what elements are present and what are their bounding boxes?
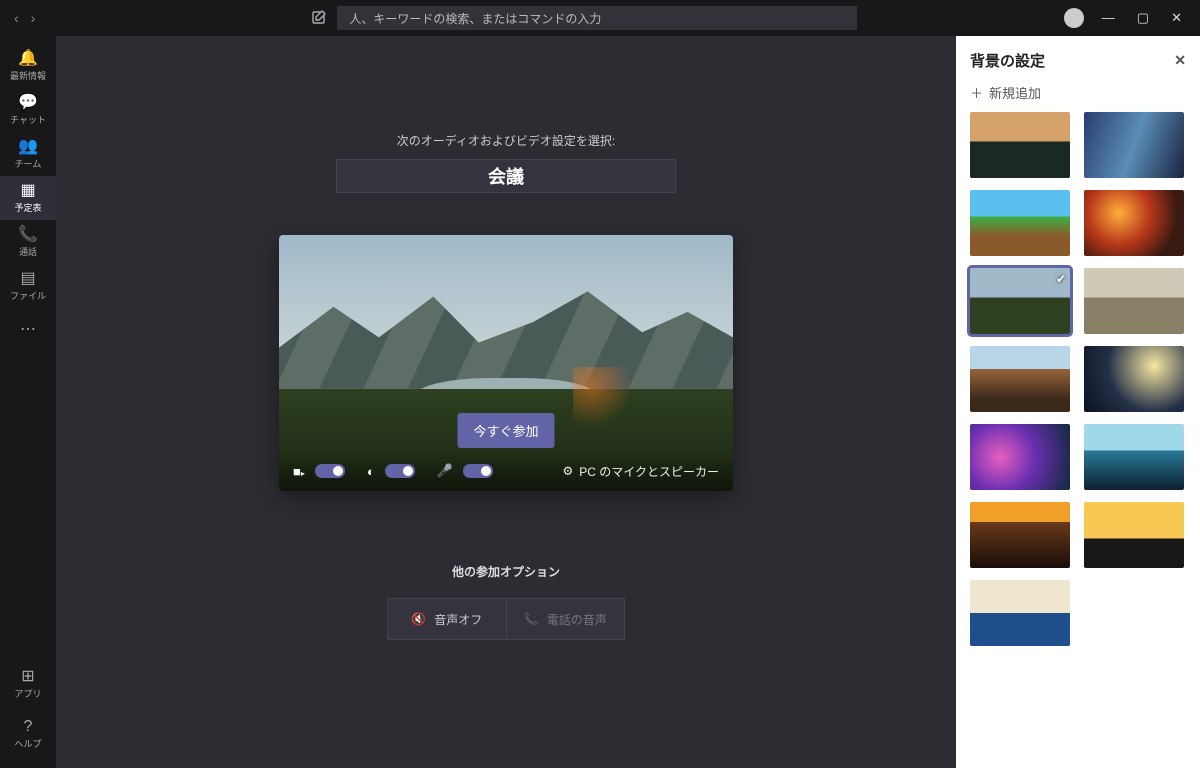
join-now-button[interactable]: 今すぐ参加 xyxy=(457,413,554,448)
phone-icon: 📞 xyxy=(18,227,38,243)
chat-icon: 💬 xyxy=(18,95,38,111)
audio-off-button[interactable]: 🔇 音声オフ xyxy=(388,599,506,639)
audio-device-picker[interactable]: ⚙ PC のマイクとスピーカー xyxy=(562,463,719,480)
check-icon: ✔ xyxy=(1056,272,1066,286)
meeting-title-input[interactable]: 会議 xyxy=(336,159,676,193)
avatar[interactable] xyxy=(1064,8,1084,28)
nav-apps[interactable]: ⊞ アプリ xyxy=(0,662,56,706)
calendar-icon: ▦ xyxy=(20,183,35,199)
search-input[interactable]: 人、キーワードの検索、またはコマンドの入力 xyxy=(337,6,857,30)
background-thumb[interactable] xyxy=(1084,424,1184,490)
background-thumb[interactable] xyxy=(1084,502,1184,568)
meeting-title-text: 会議 xyxy=(488,163,524,189)
meeting-subtitle: 次のオーディオおよびビデオ設定を選択: xyxy=(397,132,616,149)
nav-files[interactable]: ▤ ファイル xyxy=(0,264,56,308)
blur-icon: ◐ xyxy=(367,464,375,479)
nav-label: チャット xyxy=(10,113,46,126)
nav-label: アプリ xyxy=(14,687,41,700)
close-panel-button[interactable]: ✕ xyxy=(1174,52,1186,69)
nav-label: ファイル xyxy=(10,289,46,302)
panel-title: 背景の設定 xyxy=(970,50,1045,71)
nav-label: チーム xyxy=(15,157,42,170)
camera-toggle[interactable] xyxy=(315,464,345,478)
nav-calendar[interactable]: ▦ 予定表 xyxy=(0,176,56,220)
nav-help[interactable]: ? ヘルプ xyxy=(0,712,56,756)
gear-icon: ⚙ xyxy=(562,464,573,478)
phone-icon: 📞 xyxy=(524,612,539,626)
background-settings-panel: 背景の設定 ✕ ＋ 新規追加 ✔ xyxy=(956,36,1200,768)
background-thumb-selected[interactable]: ✔ xyxy=(970,268,1070,334)
add-new-label: 新規追加 xyxy=(989,83,1041,102)
close-button[interactable]: ✕ xyxy=(1171,10,1182,26)
phone-audio-label: 電話の音声 xyxy=(547,611,607,628)
left-nav: 🔔 最新情報 💬 チャット 👥 チーム ▦ 予定表 📞 通話 ▤ ファイル xyxy=(0,36,56,768)
mic-toggle[interactable] xyxy=(463,464,493,478)
phone-audio-button[interactable]: 📞 電話の音声 xyxy=(506,599,625,639)
add-new-background-button[interactable]: ＋ 新規追加 xyxy=(970,83,1186,102)
background-thumb[interactable] xyxy=(970,112,1070,178)
teams-icon: 👥 xyxy=(18,139,38,155)
nav-more[interactable]: ⋯ xyxy=(0,308,56,352)
background-thumb[interactable] xyxy=(970,190,1070,256)
camera-icon: ■▸ xyxy=(293,464,305,479)
background-toggle[interactable] xyxy=(385,464,415,478)
background-thumb[interactable] xyxy=(1084,190,1184,256)
nav-calls[interactable]: 📞 通話 xyxy=(0,220,56,264)
plus-icon: ＋ xyxy=(970,83,983,102)
video-preview: 今すぐ参加 ■▸ ◐ 🎤 ⚙ PC のマイクとスピーカー xyxy=(279,235,733,491)
bell-icon: 🔔 xyxy=(18,51,38,67)
minimize-button[interactable]: ― xyxy=(1102,10,1115,26)
apps-icon: ⊞ xyxy=(21,669,34,685)
nav-label: ヘルプ xyxy=(14,737,41,750)
nav-label: 最新情報 xyxy=(10,69,46,82)
nav-chat[interactable]: 💬 チャット xyxy=(0,88,56,132)
nav-teams[interactable]: 👥 チーム xyxy=(0,132,56,176)
compose-icon[interactable] xyxy=(311,10,327,26)
background-thumb[interactable] xyxy=(970,346,1070,412)
forward-button[interactable]: › xyxy=(31,10,36,26)
help-icon: ? xyxy=(24,719,33,735)
meeting-join-area: 次のオーディオおよびビデオ設定を選択: 会議 今すぐ参加 ■▸ ◐ 🎤 ⚙ xyxy=(56,36,956,768)
speaker-off-icon: 🔇 xyxy=(411,612,426,626)
background-thumb[interactable] xyxy=(1084,112,1184,178)
mic-icon: 🎤 xyxy=(437,463,453,479)
nav-activity[interactable]: 🔔 最新情報 xyxy=(0,44,56,88)
nav-label: 予定表 xyxy=(14,201,41,214)
background-thumb[interactable] xyxy=(970,580,1070,646)
background-thumb[interactable] xyxy=(970,424,1070,490)
other-options-title: 他の参加オプション xyxy=(452,563,560,580)
audio-off-label: 音声オフ xyxy=(434,611,482,628)
nav-label: 通話 xyxy=(19,245,37,258)
back-button[interactable]: ‹ xyxy=(14,10,19,26)
maximize-button[interactable]: ▢ xyxy=(1137,10,1149,26)
file-icon: ▤ xyxy=(20,271,35,287)
background-thumb[interactable] xyxy=(1084,268,1184,334)
more-icon: ⋯ xyxy=(20,322,36,338)
background-thumb[interactable] xyxy=(1084,346,1184,412)
background-thumb[interactable] xyxy=(970,502,1070,568)
audio-device-label: PC のマイクとスピーカー xyxy=(579,463,719,480)
search-placeholder: 人、キーワードの検索、またはコマンドの入力 xyxy=(349,10,601,27)
